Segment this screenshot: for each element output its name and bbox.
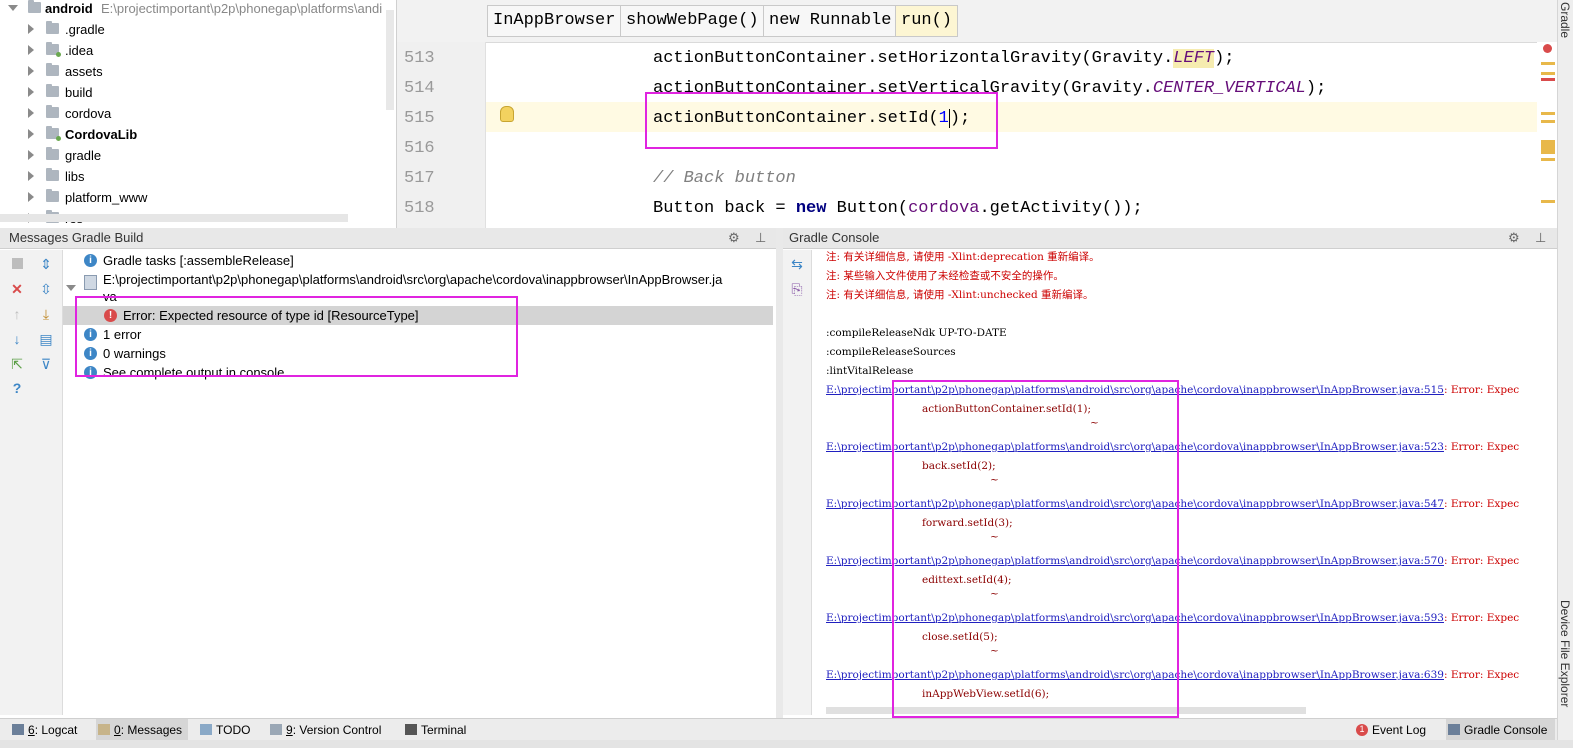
console-error-message: : Error: Expec	[1443, 498, 1520, 510]
status-bar	[0, 740, 1573, 748]
console-task-line: :lintVitalRelease	[826, 365, 914, 377]
tool-tab-event-log[interactable]: 1 Event Log	[1354, 719, 1426, 741]
console-error-message: : Error: Expec	[1443, 384, 1520, 396]
console-output: 注: 有关详细信息, 请使用 -Xlint:deprecation 重新编译。注…	[0, 0, 1555, 718]
tool-tab-logcat[interactable]: 6: Logcat	[10, 719, 77, 741]
tool-tab-label: : Messages	[120, 723, 183, 737]
tool-tab-terminal[interactable]: Terminal	[403, 719, 466, 741]
tool-tab-label: Event Log	[1372, 723, 1427, 737]
console-error-message: : Error: Expec	[1443, 555, 1520, 567]
console-note: 注: 某些输入文件使用了未经检查或不安全的操作。	[826, 270, 1064, 282]
tool-tab-label: Gradle Console	[1464, 723, 1548, 737]
tool-tab-version-control[interactable]: 9: Version Control	[268, 719, 381, 741]
messages-icon	[98, 724, 110, 735]
tool-tab-mnemonic: 0	[114, 723, 121, 737]
todo-icon	[200, 724, 212, 735]
tool-window-bar: 6: Logcat 0: Messages TODO 9: Version Co…	[0, 718, 1557, 741]
tool-tab-label: : Logcat	[34, 723, 78, 737]
gradle-console-icon	[1448, 724, 1460, 735]
version-control-icon	[270, 724, 282, 735]
logcat-icon	[12, 724, 24, 735]
tool-tab-label: TODO	[216, 723, 251, 737]
highlight-box	[892, 380, 1179, 718]
tool-tab-label: Terminal	[421, 723, 467, 737]
gradle-tool-tab[interactable]: Gradle	[1558, 2, 1572, 38]
tool-tab-mnemonic: 9	[286, 723, 293, 737]
console-task-line: :compileReleaseSources	[826, 346, 956, 358]
right-tool-strip: Gradle Device File Explorer	[1557, 0, 1573, 748]
tool-tab-todo[interactable]: TODO	[198, 719, 250, 741]
console-note: 注: 有关详细信息, 请使用 -Xlint:deprecation 重新编译。	[826, 251, 1100, 263]
terminal-icon	[405, 724, 417, 735]
tool-tab-label: : Version Control	[292, 723, 382, 737]
console-error-message: : Error: Expec	[1443, 441, 1520, 453]
console-error-message: : Error: Expec	[1443, 612, 1520, 624]
console-error-message: : Error: Expec	[1443, 669, 1520, 681]
console-task-line: :compileReleaseNdk UP-TO-DATE	[826, 327, 1007, 339]
console-note: 注: 有关详细信息, 请使用 -Xlint:unchecked 重新编译。	[826, 289, 1094, 301]
device-file-explorer-tab[interactable]: Device File Explorer	[1558, 600, 1572, 707]
tool-tab-messages[interactable]: 0: Messages	[96, 719, 189, 741]
tool-tab-mnemonic: 6	[28, 723, 35, 737]
event-log-badge: 1	[1356, 724, 1368, 736]
tool-tab-gradle-console[interactable]: Gradle Console	[1446, 719, 1556, 741]
